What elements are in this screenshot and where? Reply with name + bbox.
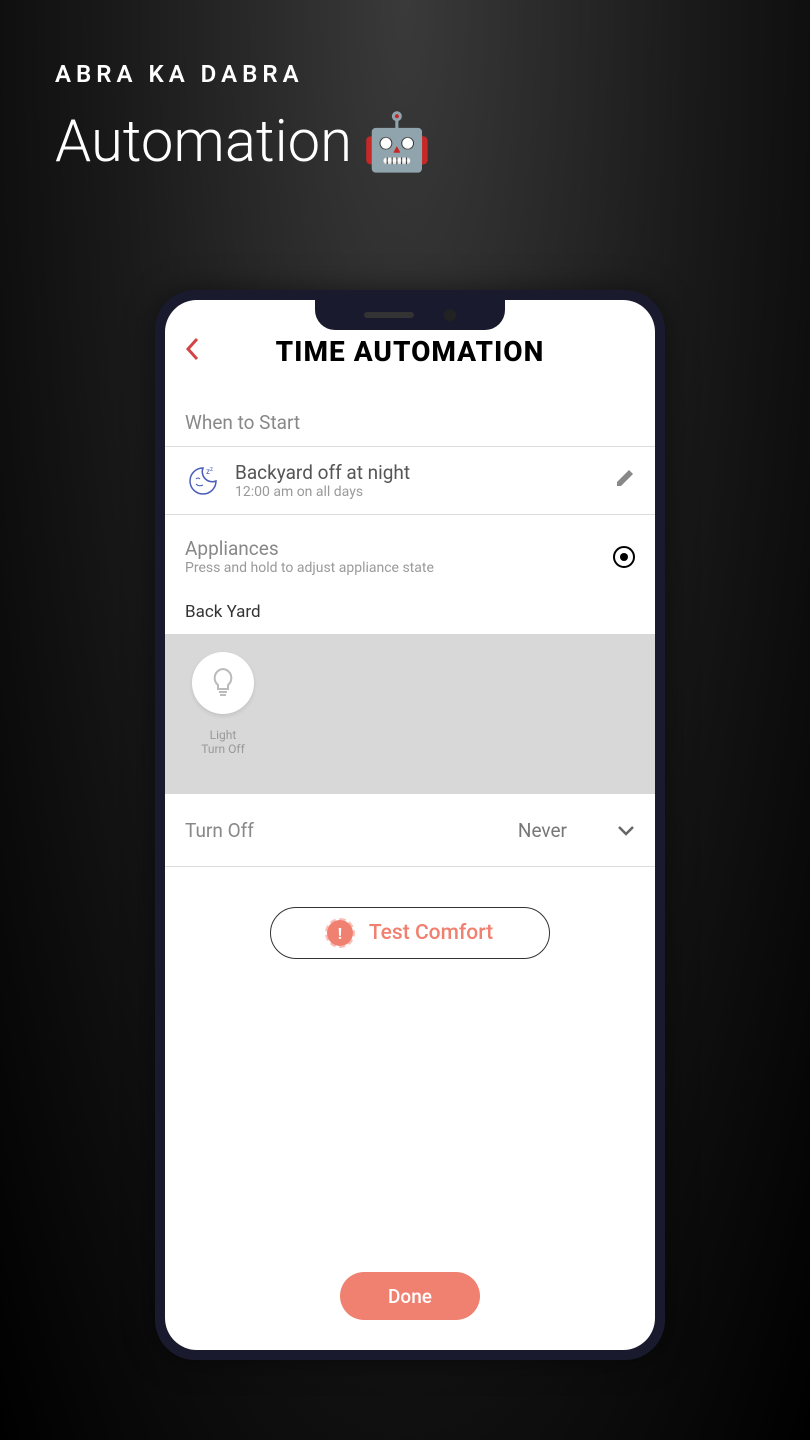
appliances-text: Appliances Press and hold to adjust appl… xyxy=(185,537,613,576)
appliances-subtitle: Press and hold to adjust appliance state xyxy=(185,560,613,576)
promo-title: Automation 🤖 xyxy=(55,108,432,176)
back-button[interactable] xyxy=(185,335,201,368)
target-dot xyxy=(620,553,628,561)
turnoff-label: Turn Off xyxy=(185,819,518,842)
appliance-grid: Light Turn Off xyxy=(165,634,655,794)
chevron-down-icon xyxy=(617,818,635,842)
schedule-subtitle: 12:00 am on all days xyxy=(235,484,601,500)
promo-brand: ABRA KA DABRA xyxy=(55,60,432,88)
alert-icon: ! xyxy=(327,920,353,946)
promo-header: ABRA KA DABRA Automation 🤖 xyxy=(55,60,432,176)
app-header: TIME AUTOMATION xyxy=(165,300,655,383)
edit-icon[interactable] xyxy=(615,468,635,493)
bulb-icon xyxy=(210,667,236,699)
divider xyxy=(165,866,655,867)
test-button-label: Test Comfort xyxy=(369,921,493,945)
turnoff-value: Never xyxy=(518,819,567,842)
appliances-header: Appliances Press and hold to adjust appl… xyxy=(165,515,655,590)
area-label: Back Yard xyxy=(165,590,655,634)
done-button[interactable]: Done xyxy=(340,1272,480,1320)
moon-sleep-icon: z z xyxy=(185,463,221,499)
robot-icon: 🤖 xyxy=(362,109,432,175)
schedule-row[interactable]: z z Backyard off at night 12:00 am on al… xyxy=(165,447,655,514)
phone-screen: TIME AUTOMATION When to Start z z Backya… xyxy=(165,300,655,1350)
appliance-item-light[interactable]: Light Turn Off xyxy=(185,652,261,756)
page-title: TIME AUTOMATION xyxy=(185,335,635,368)
promo-title-text: Automation xyxy=(55,108,352,176)
target-icon[interactable] xyxy=(613,546,635,568)
phone-frame: TIME AUTOMATION When to Start z z Backya… xyxy=(155,290,665,1360)
svg-text:z: z xyxy=(210,466,213,473)
appliance-state: Turn Off xyxy=(185,742,261,756)
when-to-start-label: When to Start xyxy=(165,383,655,446)
schedule-text: Backyard off at night 12:00 am on all da… xyxy=(235,461,601,500)
turnoff-row[interactable]: Turn Off Never xyxy=(165,794,655,866)
schedule-title: Backyard off at night xyxy=(235,461,601,484)
appliance-name: Light xyxy=(185,728,261,742)
appliances-title: Appliances xyxy=(185,537,613,560)
appliance-icon-circle xyxy=(192,652,254,714)
test-comfort-button[interactable]: ! Test Comfort xyxy=(270,907,550,959)
